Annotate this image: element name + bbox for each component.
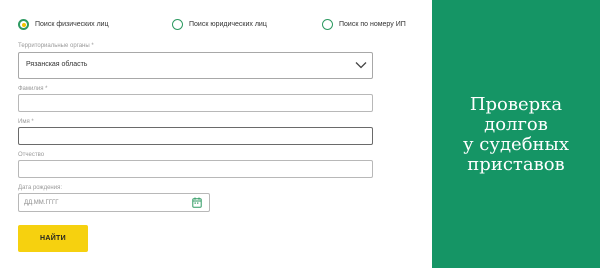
calendar-icon[interactable] — [192, 197, 202, 208]
promo-title-line: у судебных — [462, 133, 570, 155]
radio-individuals[interactable]: Поиск физических лиц — [18, 19, 109, 30]
promo-title: Проверка долгов у судебных приставов — [462, 93, 570, 175]
radio-individuals-label: Поиск физических лиц — [35, 21, 109, 28]
promo-title-line: Проверка — [469, 93, 563, 115]
birth-date-placeholder: ДД.ММ.ГГГГ — [24, 200, 59, 206]
promo-panel: Проверка долгов у судебных приставов — [432, 0, 600, 268]
find-button-label: НАЙТИ — [40, 235, 66, 242]
radio-legal-entities[interactable]: Поиск юридических лиц — [172, 19, 267, 30]
birth-date-label: Дата рождения: — [18, 185, 62, 191]
surname-label: Фамилия * — [18, 86, 48, 92]
name-input[interactable] — [18, 127, 373, 145]
search-type-group: Поиск физических лиц Поиск юридических л… — [18, 19, 418, 33]
radio-ip-number-label: Поиск по номеру ИП — [339, 21, 406, 28]
region-label: Территориальные органы * — [18, 43, 94, 49]
name-label: Имя * — [18, 119, 34, 125]
search-form: Поиск физических лиц Поиск юридических л… — [0, 0, 432, 268]
region-select[interactable]: Рязанская область — [18, 52, 373, 79]
find-button[interactable]: НАЙТИ — [18, 225, 88, 252]
patronymic-input[interactable] — [18, 160, 373, 178]
promo-title-line: приставов — [467, 153, 565, 175]
surname-input[interactable] — [18, 94, 373, 112]
radio-indicator[interactable] — [322, 19, 333, 30]
patronymic-label: Отчество — [18, 152, 45, 158]
chevron-down-icon[interactable] — [355, 60, 367, 70]
radio-selected-indicator[interactable] — [18, 19, 29, 30]
radio-ip-number[interactable]: Поиск по номеру ИП — [322, 19, 406, 30]
promo-title-line: долгов — [484, 113, 548, 135]
region-select-value: Рязанская область — [26, 61, 88, 68]
radio-indicator[interactable] — [172, 19, 183, 30]
birth-date-input[interactable]: ДД.ММ.ГГГГ — [18, 193, 210, 212]
radio-legal-entities-label: Поиск юридических лиц — [189, 21, 267, 28]
